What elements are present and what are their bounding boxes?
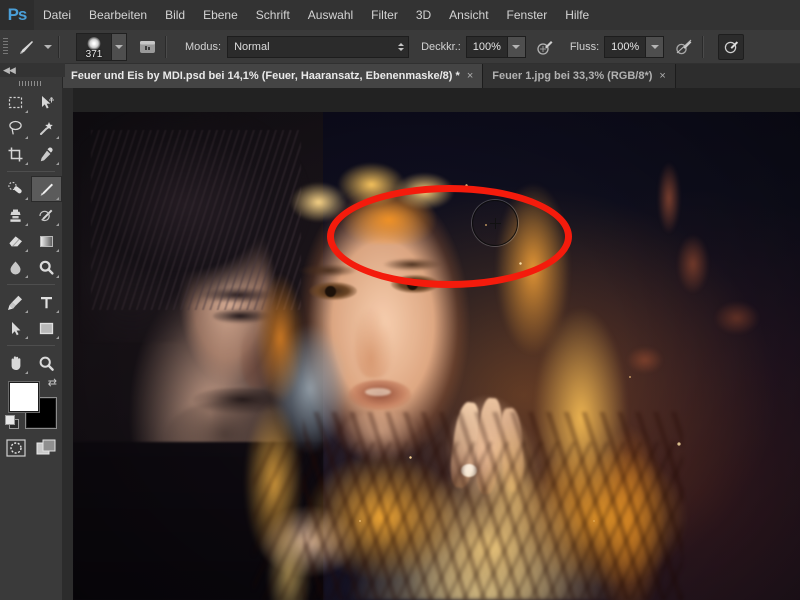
airbrush-icon[interactable] <box>672 35 696 59</box>
history-brush-tool[interactable] <box>31 202 62 228</box>
horizontal-type-tool[interactable] <box>31 289 62 315</box>
menu-ansicht[interactable]: Ansicht <box>440 0 497 30</box>
tool-divider <box>7 284 55 285</box>
menu-bar: Ps Datei Bearbeiten Bild Ebene Schrift A… <box>0 0 800 31</box>
eraser-tool[interactable] <box>0 228 31 254</box>
blend-mode-select[interactable]: Normal <box>227 35 410 58</box>
close-icon[interactable]: × <box>659 70 665 82</box>
divider <box>58 35 60 58</box>
photoshop-window: Ps Datei Bearbeiten Bild Ebene Schrift A… <box>0 0 800 600</box>
foreground-color-swatch[interactable] <box>9 382 39 412</box>
opacity-label: Deckkr.: <box>421 40 461 53</box>
document-tab-feuer-1[interactable]: Feuer 1.jpg bei 33,3% (RGB/8*) × <box>483 64 676 88</box>
screen-mode-icon[interactable] <box>35 438 57 458</box>
rectangle-tool[interactable] <box>31 315 62 341</box>
mode-buttons <box>5 438 57 458</box>
menu-3d[interactable]: 3D <box>407 0 440 30</box>
red-ellipse-annotation <box>327 185 572 288</box>
menu-ebene[interactable]: Ebene <box>194 0 247 30</box>
menu-filter[interactable]: Filter <box>362 0 407 30</box>
tools-panel-grip[interactable] <box>0 77 62 89</box>
options-bar-grip[interactable] <box>0 30 11 63</box>
canvas-backdrop <box>73 88 800 112</box>
options-bar: 371 Modus: Normal Deckkr.: 100% Fluss: 1… <box>0 30 800 64</box>
path-selection-tool[interactable] <box>0 315 31 341</box>
brush-cursor <box>472 200 518 246</box>
document-tab-bar: Feuer und Eis by MDI.psd bei 14,1% (Feue… <box>0 63 800 89</box>
lasso-tool[interactable] <box>0 115 31 141</box>
brush-size-value: 371 <box>85 48 103 60</box>
tab-bar-filler <box>675 64 800 88</box>
menu-schrift[interactable]: Schrift <box>247 0 299 30</box>
close-icon[interactable]: × <box>467 70 473 82</box>
dodge-tool[interactable] <box>31 254 62 280</box>
collapse-panel-icon[interactable]: ◀◀ <box>3 65 16 76</box>
blend-mode-label: Modus: <box>185 40 222 53</box>
brush-tool[interactable] <box>31 176 62 202</box>
menu-auswahl[interactable]: Auswahl <box>299 0 362 30</box>
flow-field[interactable]: 100% <box>604 35 665 58</box>
tablet-pressure-size-icon[interactable] <box>718 33 745 60</box>
clone-stamp-tool[interactable] <box>0 202 31 228</box>
tab-title: Feuer 1.jpg bei 33,3% (RGB/8*) <box>492 70 653 82</box>
divider <box>702 35 705 58</box>
brush-tool-icon[interactable] <box>15 35 39 59</box>
tools-panel-header[interactable]: ◀◀ <box>0 63 65 77</box>
spot-healing-brush-tool[interactable] <box>0 176 31 202</box>
tools-panel: ◀◀ ⇄ <box>0 63 65 600</box>
menu-bild[interactable]: Bild <box>156 0 194 30</box>
blend-mode-value: Normal <box>234 40 270 53</box>
opacity-value: 100% <box>472 40 501 53</box>
default-colors-icon[interactable] <box>5 415 19 429</box>
flow-label: Fluss: <box>569 40 600 53</box>
flow-chevron-down-icon[interactable] <box>645 36 664 57</box>
quick-mask-icon[interactable] <box>5 438 27 458</box>
photoshop-logo: Ps <box>0 0 34 30</box>
gradient-tool[interactable] <box>31 228 62 254</box>
brush-picker-chevron-down-icon[interactable] <box>111 33 126 60</box>
tool-divider <box>7 345 55 346</box>
menu-datei[interactable]: Datei <box>34 0 80 30</box>
move-tool[interactable] <box>31 89 62 115</box>
document-tab-feuer-und-eis[interactable]: Feuer und Eis by MDI.psd bei 14,1% (Feue… <box>62 64 484 88</box>
menu-bearbeiten[interactable]: Bearbeiten <box>80 0 156 30</box>
artboard[interactable] <box>73 88 800 600</box>
magic-wand-tool[interactable] <box>31 115 62 141</box>
crop-tool[interactable] <box>0 141 31 167</box>
pen-tool[interactable] <box>0 289 31 315</box>
tab-title: Feuer und Eis by MDI.psd bei 14,1% (Feue… <box>71 70 460 82</box>
swap-colors-icon[interactable]: ⇄ <box>48 376 57 389</box>
brush-size-picker[interactable]: 371 <box>76 32 127 61</box>
rectangular-marquee-tool[interactable] <box>0 89 31 115</box>
tool-preset-chevron-down-icon[interactable] <box>44 44 52 49</box>
zoom-tool[interactable] <box>31 350 62 376</box>
brush-preview-thumbnail[interactable]: 371 <box>77 33 111 60</box>
canvas-area[interactable] <box>62 88 800 600</box>
opacity-field[interactable]: 100% <box>465 35 526 58</box>
menu-hilfe[interactable]: Hilfe <box>556 0 598 30</box>
eyedropper-tool[interactable] <box>31 141 62 167</box>
color-swatches: ⇄ <box>5 377 57 429</box>
hand-tool[interactable] <box>0 350 31 376</box>
tool-divider <box>7 171 55 172</box>
blur-tool[interactable] <box>0 254 31 280</box>
opacity-chevron-down-icon[interactable] <box>506 36 525 57</box>
toggle-brush-panel-icon[interactable] <box>135 35 159 59</box>
tablet-pressure-opacity-icon[interactable] <box>534 35 558 59</box>
divider <box>165 35 167 58</box>
tool-grid <box>0 89 62 376</box>
blend-mode-stepper-icon[interactable] <box>394 38 408 56</box>
menu-fenster[interactable]: Fenster <box>498 0 557 30</box>
flow-value: 100% <box>611 40 640 53</box>
